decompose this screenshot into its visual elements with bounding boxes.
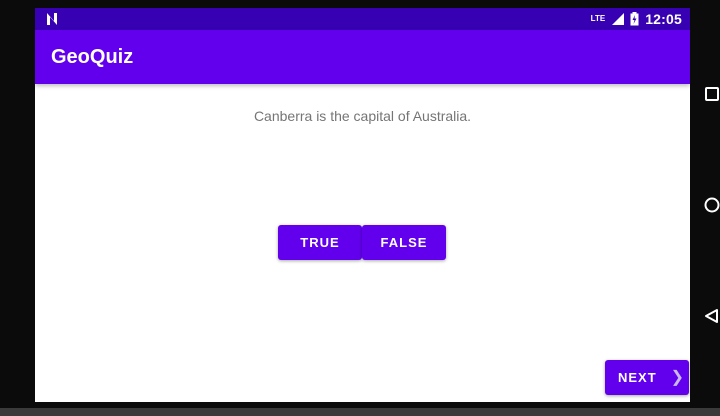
- notification-n-icon: [47, 13, 57, 25]
- system-nav-bar: [690, 0, 720, 416]
- next-button[interactable]: NEXT ❯: [605, 360, 689, 395]
- app-screen: LTE 12:05 GeoQuiz Canberra is the capita…: [35, 8, 690, 402]
- recents-square-icon[interactable]: [704, 86, 720, 102]
- device-frame: LTE 12:05 GeoQuiz Canberra is the capita…: [0, 0, 720, 416]
- next-button-label: NEXT: [618, 370, 657, 385]
- device-bottom-edge: [0, 408, 720, 416]
- false-button[interactable]: FALSE: [362, 225, 446, 260]
- chevron-right-icon: ❯: [670, 369, 685, 386]
- status-bar: LTE 12:05: [35, 8, 690, 30]
- quiz-content: Canberra is the capital of Australia. TR…: [35, 84, 690, 402]
- status-time: 12:05: [645, 11, 682, 27]
- status-left: [45, 12, 61, 26]
- app-title: GeoQuiz: [51, 45, 134, 68]
- answer-buttons: TRUE FALSE: [278, 225, 446, 260]
- battery-charging-icon: [630, 12, 639, 26]
- status-right: LTE 12:05: [591, 11, 682, 27]
- signal-icon: [612, 13, 625, 25]
- true-button[interactable]: TRUE: [278, 225, 362, 260]
- home-circle-icon[interactable]: [704, 197, 720, 213]
- app-bar: GeoQuiz: [35, 30, 690, 84]
- network-type-label: LTE: [590, 14, 606, 23]
- back-triangle-icon[interactable]: [704, 308, 720, 324]
- question-text: Canberra is the capital of Australia.: [253, 108, 472, 124]
